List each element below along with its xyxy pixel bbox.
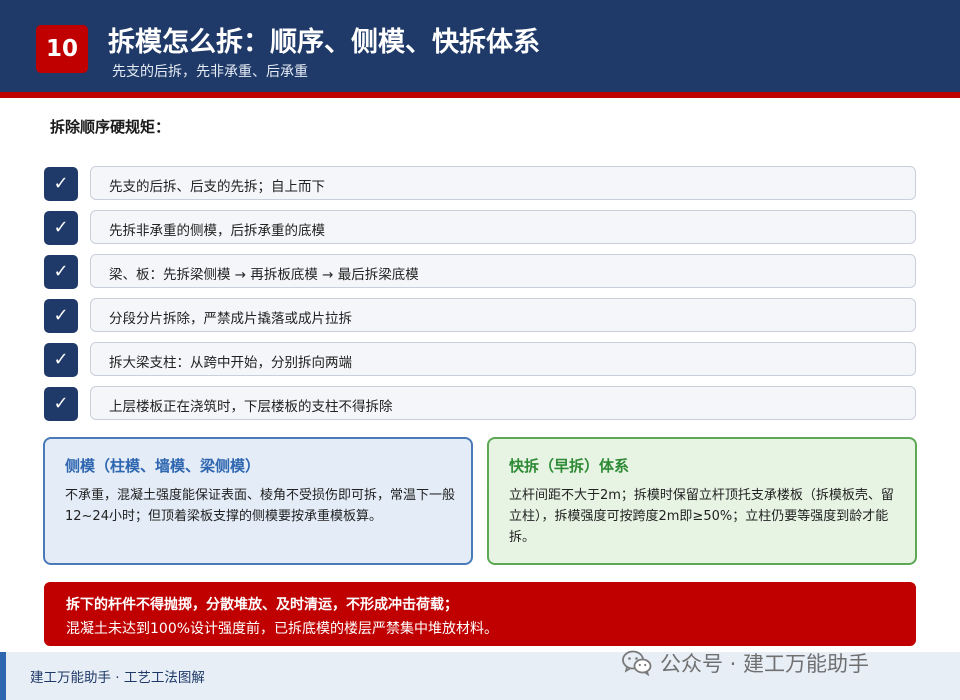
rule-pill: 上层楼板正在浇筑时，下层楼板的支柱不得拆除 bbox=[90, 386, 916, 420]
warning-banner: 拆下的杆件不得抛掷，分散堆放、及时清运，不形成冲击荷载； 混凝土未达到100%设… bbox=[44, 582, 916, 646]
check-icon: ✓ bbox=[44, 343, 78, 377]
rule-text: 先拆非承重的侧模，后拆承重的底模 bbox=[109, 223, 325, 239]
side-form-card: 侧模（柱模、墙模、梁侧模） 不承重，混凝土强度能保证表面、棱角不受损伤即可拆，常… bbox=[43, 437, 473, 565]
rule-item: ✓ 拆大梁支柱：从跨中开始，分别拆向两端 bbox=[44, 342, 916, 378]
check-icon: ✓ bbox=[44, 255, 78, 289]
check-icon: ✓ bbox=[44, 387, 78, 421]
check-icon: ✓ bbox=[44, 211, 78, 245]
side-form-title: 侧模（柱模、墙模、梁侧模） bbox=[65, 457, 261, 475]
footer-accent bbox=[0, 652, 6, 700]
rule-item: ✓ 上层楼板正在浇筑时，下层楼板的支柱不得拆除 bbox=[44, 386, 916, 422]
section-number-badge: 10 bbox=[36, 25, 88, 73]
rule-pill: 拆大梁支柱：从跨中开始，分别拆向两端 bbox=[90, 342, 916, 376]
rule-text: 分段分片拆除，严禁成片撬落或成片拉拆 bbox=[109, 311, 352, 327]
wechat-icon bbox=[622, 650, 652, 676]
header-divider bbox=[0, 92, 960, 98]
watermark: 公众号 · 建工万能助手 bbox=[622, 648, 869, 678]
page-subtitle: 先支的后拆，先非承重、后承重 bbox=[112, 64, 308, 80]
quick-strip-card: 快拆（早拆）体系 立杆间距不大于2m；拆模时保留立杆顶托支承楼板（拆模板壳、留立… bbox=[487, 437, 917, 565]
side-form-body: 不承重，混凝土强度能保证表面、棱角不受损伤即可拆，常温下一般12~24小时；但顶… bbox=[65, 488, 456, 524]
rule-item: ✓ 分段分片拆除，严禁成片撬落或成片拉拆 bbox=[44, 298, 916, 334]
rule-pill: 先支的后拆、后支的先拆；自上而下 bbox=[90, 166, 916, 200]
rule-item: ✓ 先拆非承重的侧模，后拆承重的底模 bbox=[44, 210, 916, 246]
rule-pill: 梁、板：先拆梁侧模 → 再拆板底模 → 最后拆梁底模 bbox=[90, 254, 916, 288]
watermark-text: 公众号 · 建工万能助手 bbox=[660, 652, 870, 676]
footer-text: 建工万能助手 · 工艺工法图解 bbox=[30, 670, 205, 686]
rule-pill: 先拆非承重的侧模，后拆承重的底模 bbox=[90, 210, 916, 244]
rule-text: 梁、板：先拆梁侧模 → 再拆板底模 → 最后拆梁底模 bbox=[109, 267, 419, 283]
rule-text: 上层楼板正在浇筑时，下层楼板的支柱不得拆除 bbox=[109, 399, 393, 415]
header-bar: 10 拆模怎么拆：顺序、侧模、快拆体系 先支的后拆，先非承重、后承重 bbox=[0, 0, 960, 92]
check-icon: ✓ bbox=[44, 299, 78, 333]
quick-strip-body: 立杆间距不大于2m；拆模时保留立杆顶托支承楼板（拆模板壳、留立柱），拆模强度可按… bbox=[509, 488, 894, 545]
warning-line-1: 拆下的杆件不得抛掷，分散堆放、及时清运，不形成冲击荷载； bbox=[66, 597, 458, 613]
rule-item: ✓ 梁、板：先拆梁侧模 → 再拆板底模 → 最后拆梁底模 bbox=[44, 254, 916, 290]
warning-line-2: 混凝土未达到100%设计强度前，已拆底模的楼层严禁集中堆放材料。 bbox=[66, 621, 499, 637]
rule-item: ✓ 先支的后拆、后支的先拆；自上而下 bbox=[44, 166, 916, 202]
rules-heading: 拆除顺序硬规矩： bbox=[50, 118, 171, 136]
quick-strip-title: 快拆（早拆）体系 bbox=[509, 457, 630, 475]
check-icon: ✓ bbox=[44, 167, 78, 201]
rule-text: 拆大梁支柱：从跨中开始，分别拆向两端 bbox=[109, 355, 352, 371]
rule-text: 先支的后拆、后支的先拆；自上而下 bbox=[109, 179, 325, 195]
page-title: 拆模怎么拆：顺序、侧模、快拆体系 bbox=[108, 27, 540, 58]
rule-pill: 分段分片拆除，严禁成片撬落或成片拉拆 bbox=[90, 298, 916, 332]
